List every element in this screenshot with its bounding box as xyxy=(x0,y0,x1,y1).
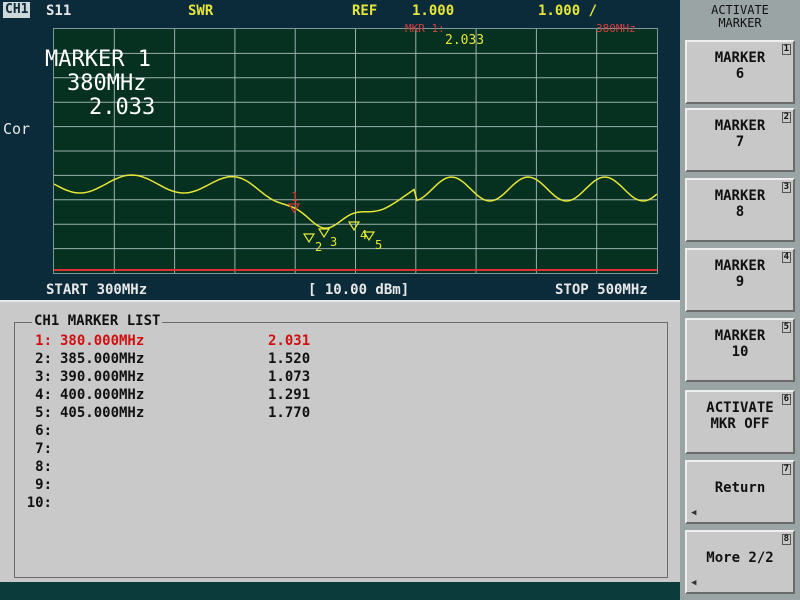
reference-label: REF xyxy=(352,3,378,19)
marker-value: 1.770 xyxy=(268,405,311,421)
marker-header-value: 2.033 xyxy=(445,33,485,48)
marker-index: 5: xyxy=(35,405,52,421)
marker-index: 4: xyxy=(35,387,52,403)
softkey-return[interactable]: 7 Return ◀ xyxy=(685,460,795,524)
softkey-number: 5 xyxy=(781,322,791,333)
marker-number: 1 xyxy=(291,190,298,204)
marker-header-label: MKR 1: xyxy=(405,22,445,35)
reference-value: 1.000 xyxy=(412,3,455,19)
softkey-label: MARKER xyxy=(714,328,766,344)
marker-header-frequency: 380MHz xyxy=(596,22,636,35)
marker-list-row[interactable]: 8: xyxy=(0,459,268,475)
softkey-marker-6[interactable]: 1 MARKER 6 xyxy=(685,40,795,104)
softkey-number: 6 xyxy=(781,394,791,405)
marker-list-row[interactable]: 5: 405.000MHz 1.770 xyxy=(0,405,310,421)
marker-readout-value: 2.033 xyxy=(89,95,156,120)
softkey-marker-8[interactable]: 3 MARKER 8 xyxy=(685,178,795,242)
marker-index: 2: xyxy=(35,351,52,367)
marker-frequency: 380.000MHz xyxy=(60,333,145,349)
start-frequency: START 300MHz xyxy=(46,282,148,298)
left-arrow-icon: ◀ xyxy=(691,578,697,588)
s-parameter-label: S11 xyxy=(46,3,72,19)
channel-indicator[interactable]: CH1 xyxy=(3,2,31,18)
marker-index: 7: xyxy=(35,441,52,457)
marker-triangle xyxy=(317,228,331,239)
stop-frequency: STOP 500MHz xyxy=(555,282,648,298)
marker-number: 3 xyxy=(330,235,337,249)
format-label: SWR xyxy=(188,3,214,19)
marker-list-row[interactable]: 3: 390.000MHz 1.073 xyxy=(0,369,310,385)
marker-frequency: 400.000MHz xyxy=(60,387,145,403)
source-power: [ 10.00 dBm] xyxy=(308,282,410,298)
marker-frequency: 385.000MHz xyxy=(60,351,145,367)
marker-triangle xyxy=(302,233,316,244)
marker-index: 9: xyxy=(35,477,52,493)
softkey-label: MARKER xyxy=(714,258,766,274)
active-marker-readout: MARKER 1 380MHz 2.033 xyxy=(45,48,155,120)
marker-value: 1.073 xyxy=(268,369,311,385)
softkey-sublabel: 6 xyxy=(735,66,745,82)
marker-index: 6: xyxy=(35,423,52,439)
softkey-marker-10[interactable]: 5 MARKER 10 xyxy=(685,318,795,382)
softkey-number: 7 xyxy=(781,464,791,475)
softkey-label: MARKER xyxy=(714,188,766,204)
softkey-menu-title: ACTIVATE MARKER xyxy=(684,4,796,30)
marker-readout-title: MARKER 1 xyxy=(45,47,151,72)
softkey-number: 2 xyxy=(781,112,791,123)
marker-index: 3: xyxy=(35,369,52,385)
softkey-activate-mkr-off[interactable]: 6 ACTIVATE MKR OFF xyxy=(685,390,795,454)
marker-list-row[interactable]: 2: 385.000MHz 1.520 xyxy=(0,351,310,367)
marker-frequency: 405.000MHz xyxy=(60,405,145,421)
softkey-label: Return xyxy=(714,480,766,496)
marker-frequency: 390.000MHz xyxy=(60,369,145,385)
softkey-sublabel: 9 xyxy=(735,274,745,290)
marker-readout-frequency: 380MHz xyxy=(67,71,147,96)
marker-list-row[interactable]: 4: 400.000MHz 1.291 xyxy=(0,387,310,403)
softkey-marker-7[interactable]: 2 MARKER 7 xyxy=(685,108,795,172)
scale-per-division: 1.000 / xyxy=(538,3,598,19)
marker-list-title: CH1 MARKER LIST xyxy=(32,313,163,329)
marker-index: 10: xyxy=(26,495,52,511)
softkey-number: 1 xyxy=(781,44,791,55)
marker-number: 2 xyxy=(315,240,322,254)
marker-index: 8: xyxy=(35,459,52,475)
softkey-sublabel: 10 xyxy=(731,344,749,360)
softkey-marker-9[interactable]: 4 MARKER 9 xyxy=(685,248,795,312)
menu-title-line2: MARKER xyxy=(718,16,762,30)
softkey-sublabel: MKR OFF xyxy=(710,416,770,432)
correction-label: Cor xyxy=(3,120,31,138)
marker-list-row[interactable]: 7: xyxy=(0,441,268,457)
marker-list-row[interactable]: 1: 380.000MHz 2.031 xyxy=(0,333,310,349)
marker-value: 1.291 xyxy=(268,387,311,403)
softkey-number: 4 xyxy=(781,252,791,263)
softkey-sublabel: 8 xyxy=(735,204,745,220)
marker-list-row[interactable]: 9: xyxy=(0,477,268,493)
softkey-label: MARKER xyxy=(714,50,766,66)
trace-marker-2[interactable]: 2 xyxy=(302,233,322,254)
softkey-label: ACTIVATE xyxy=(706,400,774,416)
marker-list-row[interactable]: 6: xyxy=(0,423,268,439)
left-arrow-icon: ◀ xyxy=(691,508,697,518)
marker-list-row[interactable]: 10: xyxy=(0,495,268,511)
marker-value: 1.520 xyxy=(268,351,311,367)
softkey-number: 3 xyxy=(781,182,791,193)
softkey-label: MARKER xyxy=(714,118,766,134)
marker-index: 1: xyxy=(35,333,52,349)
footer-strip xyxy=(0,582,680,600)
softkey-sublabel: 7 xyxy=(735,134,745,150)
softkey-number: 8 xyxy=(781,534,791,545)
marker-value: 2.031 xyxy=(268,333,311,349)
trace-marker-1[interactable]: 1 xyxy=(287,190,301,214)
marker-number: 5 xyxy=(375,238,382,252)
softkey-label: More 2/2 xyxy=(706,550,774,566)
marker-triangle xyxy=(347,221,361,232)
softkey-more-2-2[interactable]: 8 More 2/2 ◀ xyxy=(685,530,795,594)
